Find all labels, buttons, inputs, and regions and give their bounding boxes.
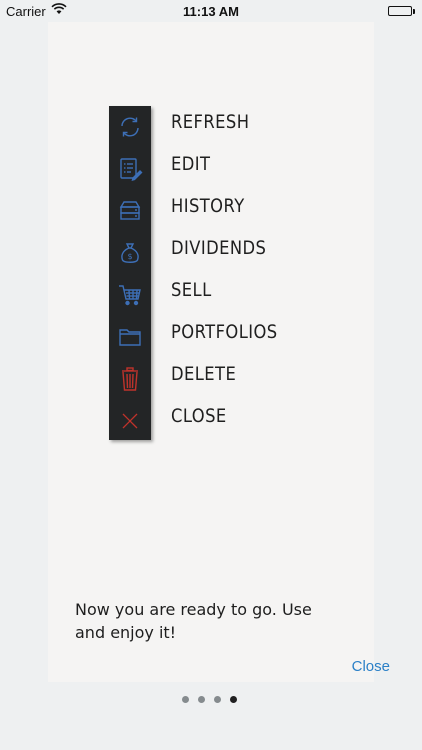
page-dot[interactable] <box>214 696 221 703</box>
status-bar: Carrier 11:13 AM <box>0 0 422 22</box>
battery-icon <box>388 6 415 16</box>
page-dot[interactable] <box>198 696 205 703</box>
money-bag-icon[interactable]: $ <box>109 232 151 274</box>
folder-icon[interactable] <box>109 316 151 358</box>
history-drawer-icon[interactable] <box>109 190 151 232</box>
action-toolbar: $ <box>109 106 151 440</box>
menu-label-history[interactable]: HISTORY <box>171 195 245 217</box>
svg-text:$: $ <box>127 252 132 261</box>
page-dot-active[interactable] <box>230 696 237 703</box>
menu-label-delete[interactable]: DELETE <box>171 363 236 385</box>
cart-icon[interactable] <box>109 274 151 316</box>
menu-label-portfolios[interactable]: PORTFOLIOS <box>171 321 278 343</box>
page-dot[interactable] <box>182 696 189 703</box>
edit-list-icon[interactable] <box>109 148 151 190</box>
status-time: 11:13 AM <box>183 4 239 19</box>
refresh-icon[interactable] <box>109 106 151 148</box>
menu-label-sell[interactable]: SELL <box>171 279 212 301</box>
trash-icon[interactable] <box>109 358 151 400</box>
menu-label-close[interactable]: CLOSE <box>171 405 227 427</box>
page-indicator[interactable] <box>182 696 242 704</box>
menu-label-dividends[interactable]: DIVIDENDS <box>171 237 266 259</box>
menu-label-refresh[interactable]: REFRESH <box>171 111 249 133</box>
tutorial-card: $ REFRESH EDIT HISTORY DIVIDENDS SELL PO… <box>48 22 390 682</box>
instruction-text: Now you are ready to go. Use and enjoy i… <box>75 600 312 642</box>
menu-label-edit[interactable]: EDIT <box>171 153 210 175</box>
close-x-icon[interactable] <box>109 400 151 442</box>
close-button[interactable]: Close <box>352 658 390 675</box>
